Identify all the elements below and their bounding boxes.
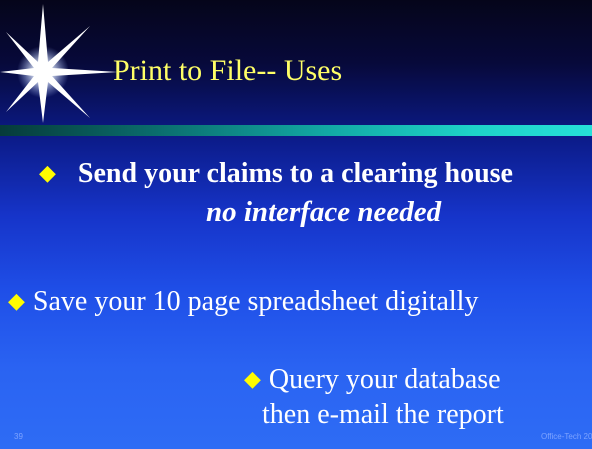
bullet-item-2-text: Save your 10 page spreadsheet digitally [32, 286, 479, 317]
bullet-item-1-text: Send your claims to a clearing house [77, 158, 513, 189]
slide-number: 39 [14, 432, 23, 441]
bullet-item-1: ◆ Send your claims to a clearing house [39, 156, 513, 191]
slide-title: Print to File-- Uses [113, 54, 343, 87]
bullet-item-1-subtext: no interface needed [206, 196, 442, 228]
bullet-item-3-subtext: then e-mail the report [262, 399, 504, 430]
slide: Print to File-- Uses ◆ Send your claims t… [0, 0, 592, 449]
diamond-bullet-icon: ◆ [39, 160, 56, 185]
bullet-item-2: ◆ Save your 10 page spreadsheet digitally [8, 284, 478, 319]
diamond-bullet-icon: ◆ [244, 366, 261, 391]
footer-text: Office-Tech 200 [541, 432, 592, 441]
diamond-bullet-icon: ◆ [8, 288, 25, 313]
bullet-item-3: ◆ Query your database [244, 362, 501, 397]
title-divider [0, 125, 592, 136]
bullet-item-3-text: Query your database [268, 364, 501, 395]
starburst-icon [0, 4, 118, 123]
